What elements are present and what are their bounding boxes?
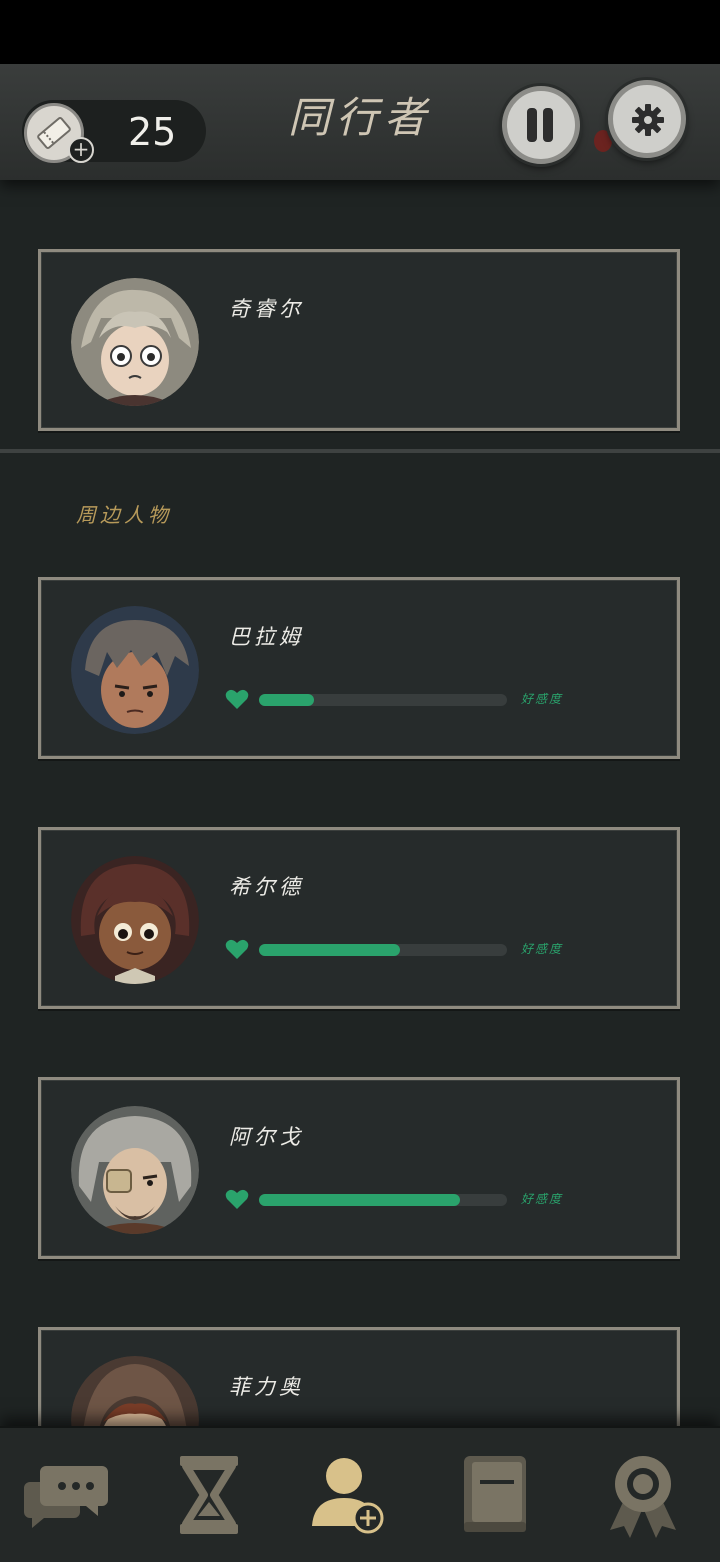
portrait-avatar bbox=[71, 278, 199, 406]
decorative-stain bbox=[594, 130, 612, 152]
portrait-avatar bbox=[71, 856, 199, 984]
character-name: 奇睿尔 bbox=[229, 297, 304, 321]
status-bar bbox=[0, 0, 720, 64]
nav-achievements[interactable] bbox=[598, 1452, 688, 1538]
portrait-avatar bbox=[71, 606, 199, 734]
affection-bar bbox=[259, 1194, 507, 1206]
nav-chat[interactable] bbox=[24, 1452, 114, 1538]
journal-icon bbox=[464, 1456, 526, 1532]
heart-icon bbox=[225, 1189, 249, 1209]
chat-icon bbox=[24, 1466, 108, 1528]
companion-card[interactable]: 奇睿尔 bbox=[38, 249, 680, 431]
affection-bar bbox=[259, 944, 507, 956]
nearby-character-card[interactable]: 巴拉姆 好感度 bbox=[38, 577, 680, 759]
character-name: 巴拉姆 bbox=[229, 625, 304, 649]
companions-icon bbox=[312, 1458, 384, 1534]
section-label: 周边人物 bbox=[76, 503, 172, 527]
affection-label: 好感度 bbox=[521, 692, 564, 706]
settings-button[interactable] bbox=[608, 80, 686, 158]
heart-icon bbox=[225, 939, 249, 959]
affection-bar-fill bbox=[259, 1194, 460, 1206]
hourglass-icon bbox=[180, 1456, 238, 1534]
affection-label: 好感度 bbox=[521, 1192, 564, 1206]
nearby-character-card[interactable]: 阿尔戈 好感度 bbox=[38, 1077, 680, 1259]
nav-journal[interactable] bbox=[450, 1452, 540, 1538]
affection-bar-fill bbox=[259, 694, 314, 706]
nearby-character-card[interactable]: 希尔德 好感度 bbox=[38, 827, 680, 1009]
add-ticket-icon[interactable]: + bbox=[68, 137, 94, 163]
divider bbox=[0, 449, 720, 453]
character-name: 希尔德 bbox=[229, 875, 304, 899]
nav-companions[interactable] bbox=[304, 1452, 394, 1538]
portrait-avatar bbox=[71, 1106, 199, 1234]
nav-timeline[interactable] bbox=[164, 1452, 254, 1538]
achievement-icon bbox=[610, 1456, 676, 1538]
affection-bar-fill bbox=[259, 944, 401, 956]
ticket-count: 25 bbox=[128, 110, 177, 154]
character-name: 阿尔戈 bbox=[229, 1125, 304, 1149]
affection-label: 好感度 bbox=[521, 942, 564, 956]
heart-icon bbox=[225, 689, 249, 709]
bottom-navigation bbox=[0, 1426, 720, 1562]
pause-icon bbox=[527, 108, 559, 146]
character-name: 菲力奥 bbox=[229, 1375, 304, 1399]
gear-icon bbox=[632, 104, 664, 136]
pause-button[interactable] bbox=[502, 86, 580, 164]
page-title: 同行者 bbox=[287, 93, 432, 142]
affection-bar bbox=[259, 694, 507, 706]
